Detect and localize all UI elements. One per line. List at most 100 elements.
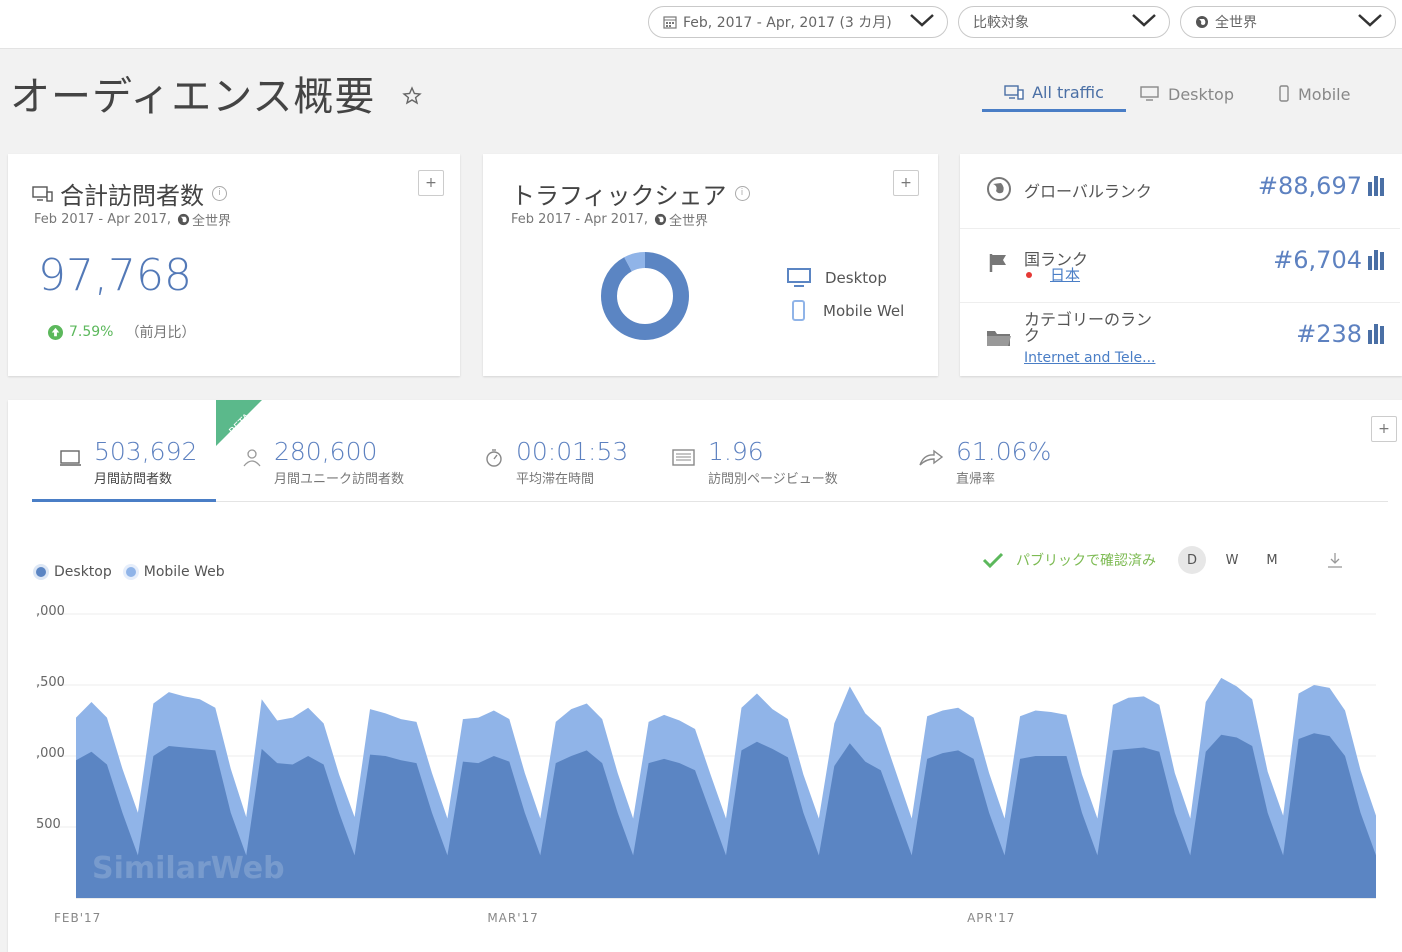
metric-value: 61.06% (956, 437, 1052, 466)
japan-flag-icon (1026, 272, 1032, 278)
metric-value: 00:01:53 (516, 437, 629, 466)
star-icon[interactable] (402, 86, 422, 110)
add-to-dashboard-button[interactable]: + (418, 170, 444, 196)
compare-text: 比較対象 (973, 15, 1029, 31)
rank-value-text: #88,697 (1257, 172, 1362, 200)
bounce-arrow-icon (919, 449, 944, 466)
share-legend-mobile: Mobile Wel (791, 300, 904, 322)
chart-legend: Desktop Mobile Web (36, 564, 225, 580)
category-rank-value[interactable]: #238 (1296, 320, 1384, 348)
add-to-dashboard-button[interactable]: + (1371, 416, 1397, 442)
date-range-text: Feb, 2017 - Apr, 2017 (3 カ月) (683, 15, 892, 31)
arrow-up-icon (48, 324, 63, 340)
tab-all-traffic[interactable]: All traffic (982, 76, 1126, 112)
legend-label-mobile[interactable]: Mobile Web (144, 564, 225, 580)
add-to-dashboard-button[interactable]: + (893, 170, 919, 196)
desktop-icon (1140, 86, 1159, 101)
category-label-line: ク (1024, 326, 1041, 345)
traffic-share-card: + トラフィックシェア i Feb 2017 - Apr 2017, 全世界 D… (483, 154, 938, 376)
rank-value-text: #6,704 (1273, 246, 1362, 274)
tab-mobile[interactable]: Mobile (1268, 76, 1360, 112)
bar-chart-icon (1366, 250, 1384, 270)
metric-bounce-rate[interactable]: 61.06% 直帰率 (918, 438, 1051, 487)
period-month-button[interactable]: M (1258, 546, 1286, 574)
metric-label: 直帰率 (956, 472, 996, 487)
chart-controls: パブリックで確認済み D W M (982, 546, 1344, 574)
devices-icon (60, 450, 81, 466)
y-tick-label: 500 (36, 817, 61, 832)
subtitle-region: 全世界 (192, 214, 232, 229)
x-tick-label: APR'17 (967, 911, 1015, 925)
region-dropdown[interactable]: 全世界 (1180, 6, 1396, 38)
category-rank-label: カテゴリーのランク (1024, 312, 1152, 344)
visits-change: 7.59% （前月比） (48, 322, 195, 342)
devices-icon (1004, 84, 1024, 100)
y-tick-label: ,500 (36, 675, 65, 690)
period-day-button[interactable]: D (1178, 546, 1206, 574)
change-label: （前月比） (125, 325, 196, 341)
x-axis-ticks: FEB'17 MAR'17 APR'17 (54, 911, 1015, 925)
info-icon[interactable]: i (212, 186, 227, 201)
verified-text: パブリックで確認済み (1016, 553, 1156, 569)
download-icon[interactable] (1326, 551, 1344, 569)
stopwatch-icon (486, 449, 502, 467)
category-link[interactable]: Internet and Tele... (1024, 350, 1155, 366)
metric-value: 503,692 (94, 437, 198, 466)
bar-chart-icon (1366, 324, 1384, 344)
donut-slice-desktop (601, 252, 689, 340)
tab-desktop[interactable]: Desktop (1130, 76, 1244, 112)
legend-label-desktop[interactable]: Desktop (54, 564, 112, 580)
metric-monthly-visits[interactable]: 503,692 月間訪問者数 (60, 438, 197, 487)
change-percent: 7.59% (69, 324, 114, 340)
metric-avg-duration[interactable]: 00:01:53 平均滞在時間 (484, 438, 628, 487)
legend-dot-mobile (125, 567, 136, 577)
country-rank-value[interactable]: #6,704 (1273, 246, 1384, 274)
metric-label: 月間ユニーク訪問者数 (274, 472, 405, 487)
subtitle-region: 全世界 (669, 214, 709, 229)
globe-icon (1195, 15, 1209, 29)
chevron-down-icon (909, 13, 935, 31)
flag-icon (989, 254, 1006, 272)
info-icon[interactable]: i (734, 186, 750, 201)
period-week-button[interactable]: W (1218, 546, 1246, 574)
metric-pages-per-visit[interactable]: 1.96 訪問別ページビュー数 (672, 438, 838, 487)
global-rank-row: グローバルランク #88,697 (960, 154, 1400, 229)
total-visits-card: + 合計訪問者数 i Feb 2017 - Apr 2017, 全世界 97,7… (8, 154, 460, 376)
subtitle-dates: Feb 2017 - Apr 2017, (511, 212, 649, 227)
desktop-icon (787, 268, 811, 287)
global-rank-label: グローバルランク (1024, 182, 1152, 201)
card-subtitle: Feb 2017 - Apr 2017, 全世界 (34, 210, 231, 229)
folder-icon (987, 331, 1011, 346)
card-title: トラフィックシェア i (511, 176, 750, 211)
metric-value: 280,600 (274, 437, 378, 466)
active-metric-indicator (32, 499, 216, 502)
legend-label: Desktop (825, 269, 887, 287)
rank-card: グローバルランク #88,697 国ランク 日本 #6,704 カテゴリーのラン… (960, 154, 1402, 376)
mobile-icon (792, 300, 805, 321)
devices-icon (32, 185, 53, 202)
chevron-down-icon (1131, 13, 1157, 31)
traffic-type-tabs: All traffic Desktop Mobile (982, 76, 1360, 112)
date-range-dropdown[interactable]: Feb, 2017 - Apr, 2017 (3 カ月) (648, 6, 948, 38)
category-label-line: カテゴリーのラン (1024, 310, 1153, 329)
country-link[interactable]: 日本 (1050, 264, 1080, 285)
user-icon (243, 449, 261, 467)
compare-dropdown[interactable]: 比較対象 (958, 6, 1170, 38)
bar-chart-icon (1366, 176, 1384, 196)
metrics-divider (32, 501, 1388, 502)
globe-icon (654, 213, 667, 226)
card-title: 合計訪問者数 i (32, 176, 227, 211)
y-tick-label: ,000 (36, 746, 65, 761)
total-visits-value: 97,768 (38, 250, 192, 301)
legend-dot-desktop (36, 567, 46, 577)
category-rank-row: カテゴリーのランク Internet and Tele... #238 (960, 302, 1400, 376)
global-rank-value[interactable]: #88,697 (1258, 172, 1384, 200)
tab-label: Desktop (1168, 84, 1234, 104)
metric-unique-visitors[interactable]: 280,600 月間ユニーク訪問者数 (242, 438, 404, 487)
rank-value-text: #238 (1296, 320, 1362, 348)
card-subtitle: Feb 2017 - Apr 2017, 全世界 (511, 210, 708, 229)
y-tick-label: ,000 (36, 604, 65, 619)
subtitle-dates: Feb 2017 - Apr 2017, (34, 212, 172, 227)
card-title-text: 合計訪問者数 (60, 182, 204, 210)
tab-label: All traffic (1032, 83, 1104, 102)
